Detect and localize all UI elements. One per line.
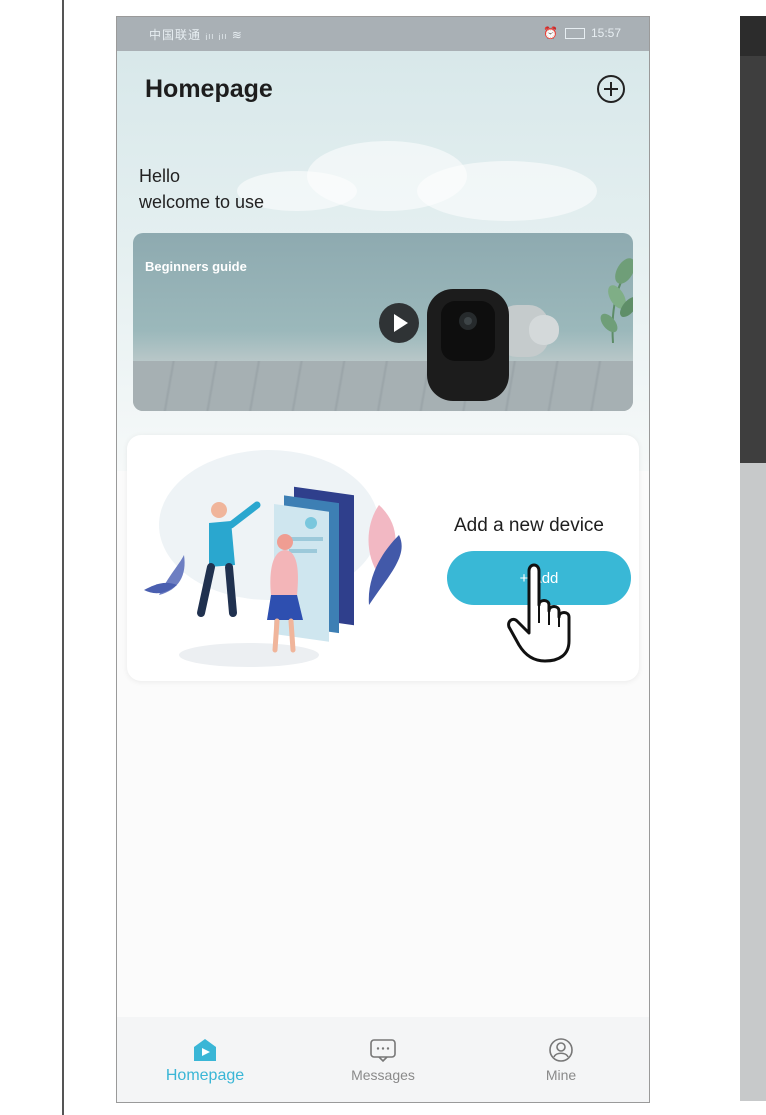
- page-title: Homepage: [145, 75, 273, 103]
- adjacent-screen-top: [740, 16, 766, 56]
- add-device-title: Add a new device: [454, 515, 604, 536]
- play-icon[interactable]: [377, 301, 421, 345]
- plant-image: [600, 258, 633, 343]
- page-border-line: [62, 0, 64, 1115]
- user-icon: [549, 1038, 573, 1062]
- add-device-card: Add a new device + Add: [127, 435, 639, 681]
- tab-label-mine: Mine: [545, 1067, 577, 1083]
- battery-icon: [564, 28, 585, 40]
- add-device-button[interactable]: [595, 73, 627, 105]
- tab-mine[interactable]: Mine: [501, 1037, 621, 1083]
- beginners-guide-card[interactable]: Beginners guide: [133, 233, 633, 411]
- status-time: ⏰ 15:57: [543, 26, 621, 40]
- onboarding-illustration: [144, 450, 402, 667]
- phone-screen: 中国联通 ᵢₗₗ ᵢₗₗ ≋ ⏰ 15:57 Homepage Hello we…: [116, 16, 650, 1103]
- tab-label-homepage: Homepage: [165, 1067, 245, 1084]
- camera-image: [427, 289, 559, 401]
- bottom-tab-bar: Homepage Messages Mine: [117, 1017, 649, 1102]
- clock-time: 15:57: [590, 26, 621, 40]
- alarm-icon: ⏰: [543, 26, 559, 40]
- plus-circle-icon: [597, 75, 625, 103]
- hand-pointer-icon: [507, 563, 571, 663]
- adjacent-screen-edge: [740, 16, 766, 1101]
- tab-messages[interactable]: Messages: [323, 1037, 443, 1083]
- greeting-line2: welcome to use: [139, 192, 265, 212]
- greeting-line1: Hello: [139, 166, 181, 186]
- status-bar: 中国联通 ᵢₗₗ ᵢₗₗ ≋ ⏰ 15:57: [117, 17, 649, 51]
- carrier-signal: 中国联通 ᵢₗₗ ᵢₗₗ ≋: [149, 28, 243, 42]
- tab-label-messages: Messages: [351, 1067, 415, 1083]
- tab-homepage[interactable]: Homepage: [145, 1037, 265, 1085]
- message-icon: [370, 1039, 396, 1063]
- greeting-text: Hello welcome to use: [139, 163, 264, 215]
- home-icon: [194, 1039, 216, 1061]
- adjacent-screen-dark-area: [740, 16, 766, 463]
- guide-label: Beginners guide: [145, 259, 247, 274]
